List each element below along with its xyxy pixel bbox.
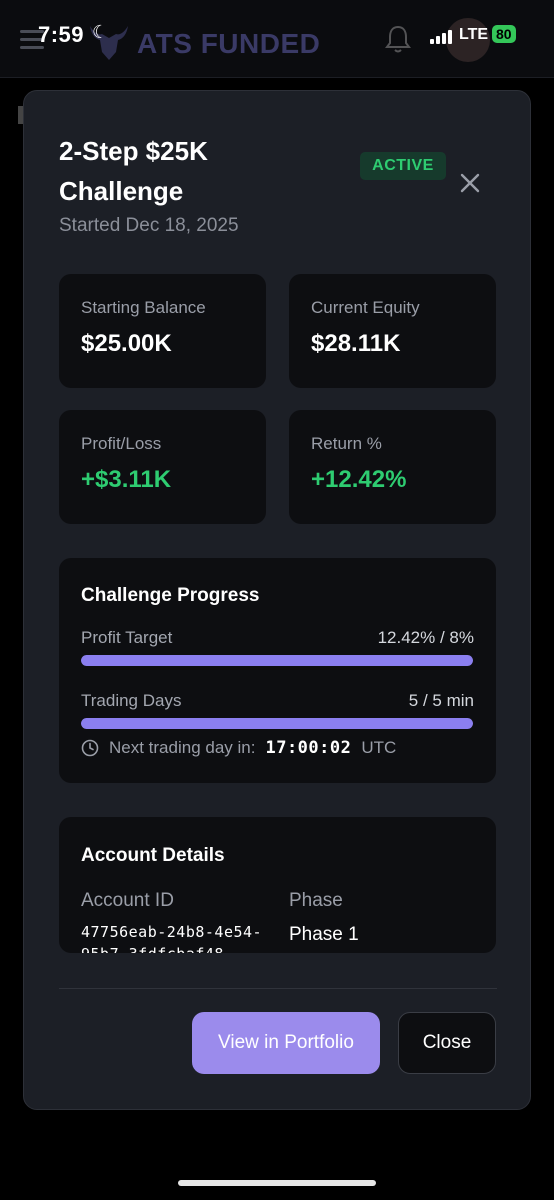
- stat-label: Profit/Loss: [81, 434, 162, 453]
- account-id-value: 47756eab-24b8-4e54-95b7-3fdfcbaf48: [81, 923, 263, 953]
- moon-icon: ☾: [92, 22, 109, 42]
- status-time: 7:59: [38, 22, 85, 47]
- view-in-portfolio-button[interactable]: View in Portfolio: [192, 1012, 380, 1074]
- challenge-modal: 2-Step $25K Challenge ACTIVE Started Dec…: [23, 90, 531, 1110]
- section-title: Challenge Progress: [81, 585, 260, 606]
- divider: [59, 988, 497, 989]
- stat-label: Current Equity: [311, 298, 420, 317]
- trading-days-bar-fill: [81, 718, 473, 729]
- stat-label: Starting Balance: [81, 298, 206, 317]
- stat-card-return: Return % +12.42%: [289, 410, 496, 524]
- phase-label: Phase: [289, 890, 343, 911]
- account-id-label: Account ID: [81, 890, 174, 911]
- battery-indicator: 80: [492, 25, 516, 43]
- close-button[interactable]: Close: [398, 1012, 496, 1074]
- trading-days-bar: [81, 718, 473, 729]
- stat-value: +12.42%: [311, 466, 407, 493]
- trading-days-value: 5 / 5 min: [408, 691, 474, 710]
- brand-name: ATS FUNDED: [137, 28, 321, 59]
- countdown-timer: 17:00:02: [265, 738, 352, 758]
- challenge-progress-card: Challenge Progress Profit Target 12.42% …: [59, 558, 496, 783]
- next-trading-day-label: Next trading day in:: [109, 738, 256, 757]
- stat-value: +$3.11K: [81, 466, 172, 493]
- profit-target-value: 12.42% / 8%: [377, 628, 474, 647]
- start-date: Started Dec 18, 2025: [59, 215, 239, 236]
- stat-card-profit-loss: Profit/Loss +$3.11K: [59, 410, 266, 524]
- clock-icon: [81, 739, 99, 757]
- stat-label: Return %: [311, 434, 382, 453]
- stat-card-starting-balance: Starting Balance $25.00K: [59, 274, 266, 388]
- account-details-card: Account Details Account ID Phase 47756ea…: [59, 817, 496, 953]
- close-icon[interactable]: [458, 171, 482, 195]
- status-badge: ACTIVE: [360, 152, 446, 180]
- profit-target-bar-fill: [81, 655, 473, 666]
- next-trading-day: Next trading day in: 17:00:02 UTC: [81, 738, 396, 758]
- network-label: LTE: [459, 26, 489, 43]
- profit-target-bar: [81, 655, 473, 666]
- stat-value: $25.00K: [81, 330, 172, 357]
- profit-target-label: Profit Target: [81, 628, 173, 647]
- bell-icon[interactable]: [384, 24, 412, 54]
- challenge-title: 2-Step $25K Challenge: [59, 136, 208, 206]
- timezone-label: UTC: [361, 738, 397, 757]
- trading-days-label: Trading Days: [81, 691, 182, 710]
- stat-card-current-equity: Current Equity $28.11K: [289, 274, 496, 388]
- section-title: Account Details: [81, 845, 225, 866]
- phase-value: Phase 1: [289, 924, 359, 945]
- signal-icon: [430, 30, 452, 44]
- home-indicator: [178, 1180, 376, 1186]
- stat-value: $28.11K: [311, 330, 401, 357]
- app-header: 7:59 ☾ ATS FUNDED LTE 80: [0, 0, 554, 78]
